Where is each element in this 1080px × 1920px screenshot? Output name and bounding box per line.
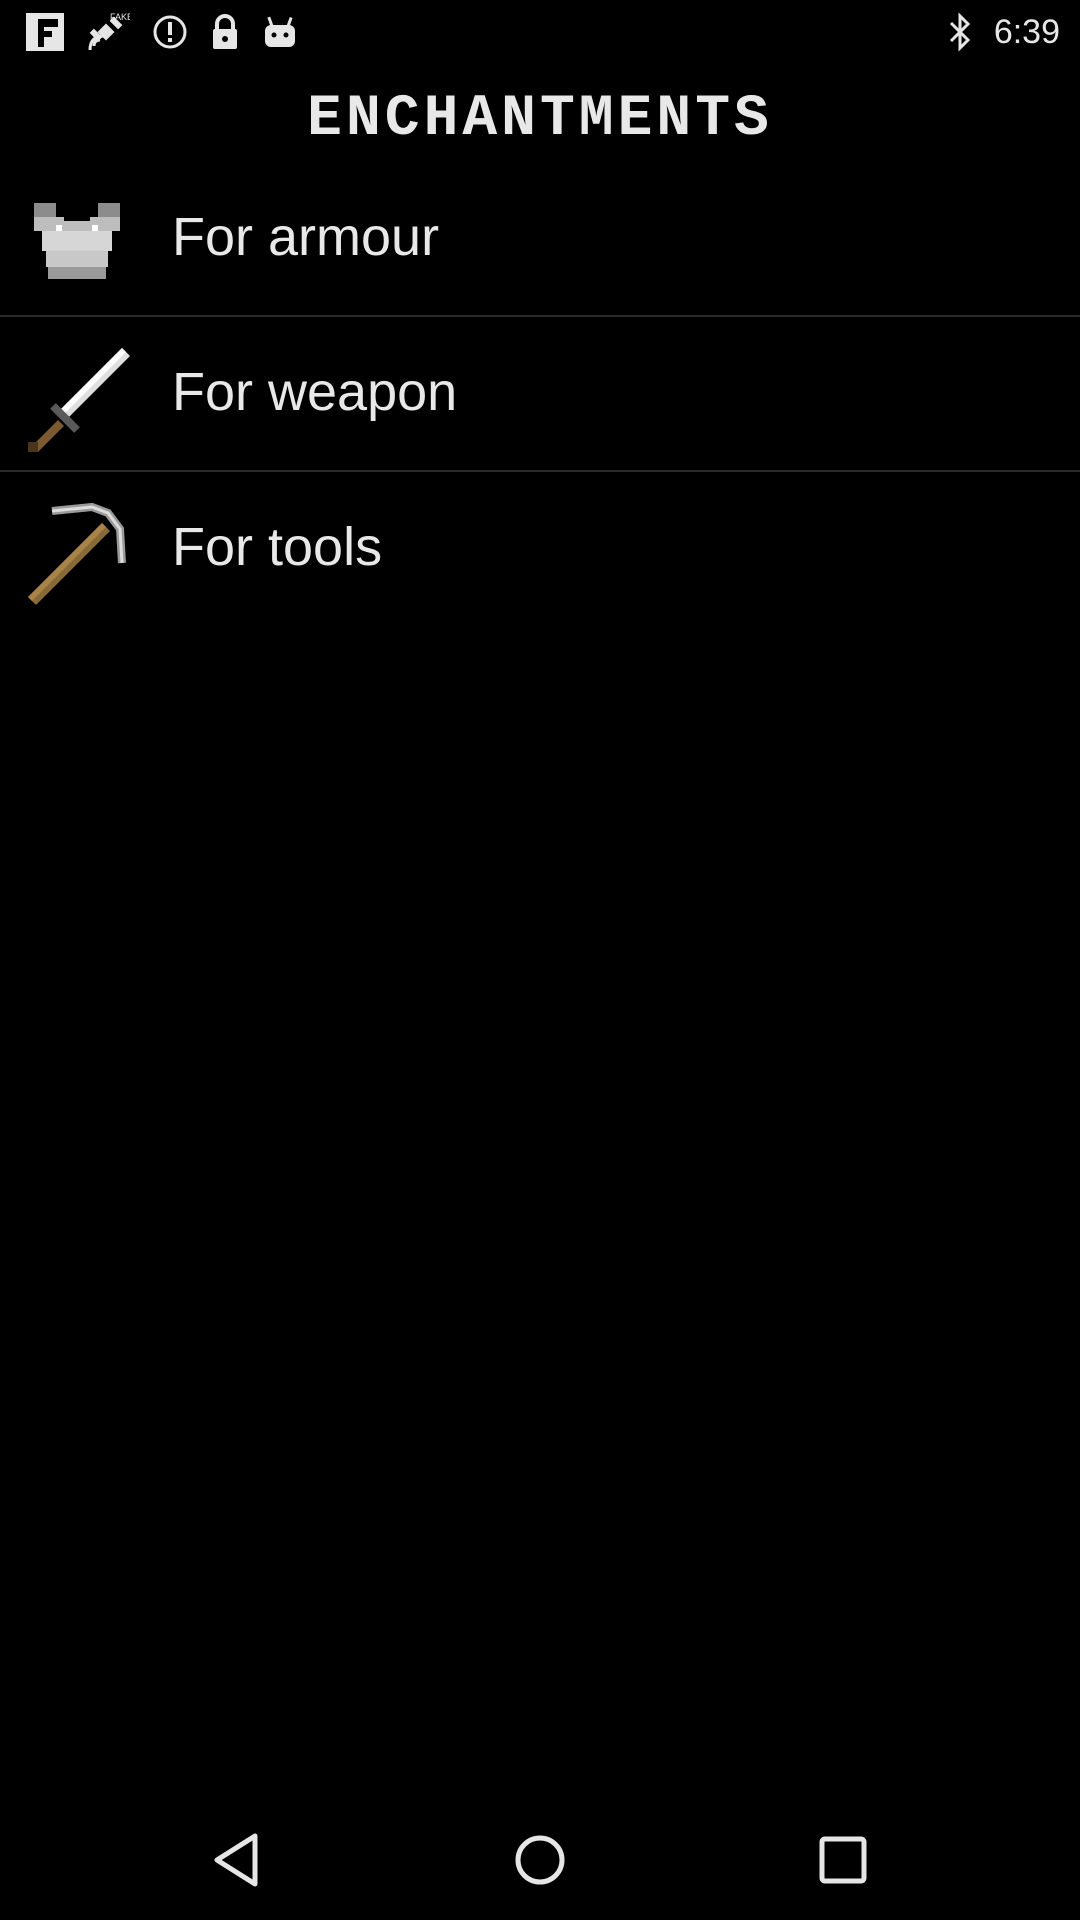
back-icon[interactable] xyxy=(197,1820,277,1900)
pickaxe-icon xyxy=(28,502,126,605)
list-item-armour[interactable]: For armour xyxy=(0,162,1080,317)
list-item-label: For weapon xyxy=(172,362,458,422)
fake-gps-icon: FAKE xyxy=(88,12,130,51)
status-clock: 6:39 xyxy=(993,12,1060,51)
page-title-text: ENCHANTMENTS xyxy=(307,87,773,142)
status-left-icons: FAKE xyxy=(26,12,298,52)
navigation-bar xyxy=(0,1790,1080,1920)
status-right: 6:39 xyxy=(948,10,1060,54)
list-item-label: For tools xyxy=(172,517,383,577)
alert-icon xyxy=(153,15,187,49)
chestplate-icon xyxy=(34,203,120,279)
home-icon[interactable] xyxy=(500,1820,580,1900)
sword-icon xyxy=(28,348,130,452)
recents-icon[interactable] xyxy=(803,1820,883,1900)
svg-text:FAKE: FAKE xyxy=(110,12,130,22)
list-item-weapon[interactable]: For weapon xyxy=(0,317,1080,472)
enchantment-category-list: For armour For weapon For tools xyxy=(0,162,1080,627)
status-bar: FAKE 6:39 xyxy=(0,0,1080,64)
flipboard-icon xyxy=(26,13,64,51)
list-item-label: For armour xyxy=(172,207,440,267)
lock-icon xyxy=(213,14,237,49)
bluetooth-icon xyxy=(949,12,970,52)
list-item-tools[interactable]: For tools xyxy=(0,472,1080,627)
svg-text:ENCHANTMENTS: ENCHANTMENTS xyxy=(307,87,773,142)
page-title: ENCHANTMENTS xyxy=(0,86,1080,147)
android-icon xyxy=(265,16,295,47)
